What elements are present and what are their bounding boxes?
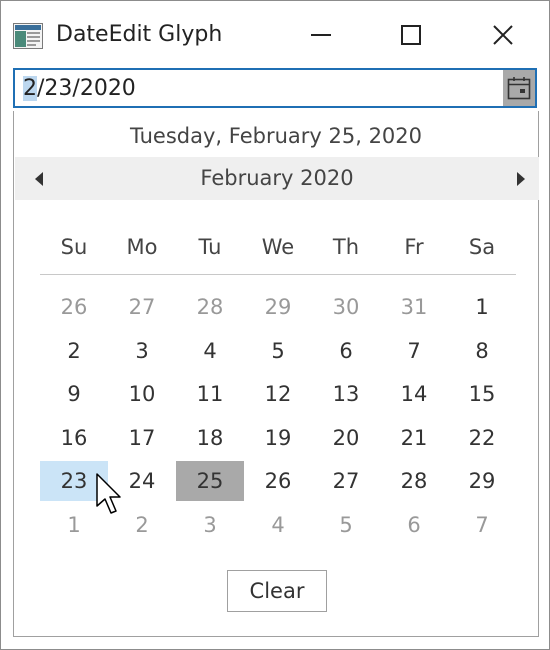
minimize-icon bbox=[311, 34, 331, 36]
selected-segment: 2 bbox=[23, 76, 37, 101]
day-cell-other-month[interactable]: 29 bbox=[244, 287, 312, 327]
day-cell[interactable]: 3 bbox=[108, 331, 176, 371]
weekday-separator bbox=[40, 274, 516, 275]
day-cell[interactable]: 8 bbox=[448, 331, 516, 371]
day-cell-other-month[interactable]: 7 bbox=[448, 505, 516, 545]
day-cell[interactable]: 18 bbox=[176, 418, 244, 458]
day-cell[interactable]: 15 bbox=[448, 374, 516, 414]
today-label[interactable]: Tuesday, February 25, 2020 bbox=[14, 124, 538, 148]
weekday-th: Th bbox=[332, 235, 360, 259]
maximize-icon bbox=[401, 25, 421, 45]
day-cell-other-month[interactable]: 27 bbox=[108, 287, 176, 327]
day-cell-other-month[interactable]: 6 bbox=[380, 505, 448, 545]
close-button[interactable] bbox=[475, 15, 531, 55]
date-edit-field[interactable]: 2/23/2020 bbox=[13, 68, 537, 108]
next-month-button[interactable] bbox=[511, 169, 531, 189]
day-cell[interactable]: 29 bbox=[448, 461, 516, 501]
day-cell[interactable]: 25 bbox=[176, 461, 244, 501]
maximize-button[interactable] bbox=[383, 15, 439, 55]
calendar-popup: Tuesday, February 25, 2020 February 2020… bbox=[13, 111, 539, 637]
calendar-dropdown-button[interactable] bbox=[503, 70, 535, 106]
day-cell[interactable]: 13 bbox=[312, 374, 380, 414]
date-rest: /23/2020 bbox=[37, 76, 136, 101]
day-cell[interactable]: 10 bbox=[108, 374, 176, 414]
day-cell[interactable]: 6 bbox=[312, 331, 380, 371]
weekday-fr: Fr bbox=[404, 235, 424, 259]
day-cell[interactable]: 26 bbox=[244, 461, 312, 501]
day-cell[interactable]: 11 bbox=[176, 374, 244, 414]
weekday-header: Su Mo Tu We Th Fr Sa bbox=[40, 229, 516, 269]
day-cell-other-month[interactable]: 3 bbox=[176, 505, 244, 545]
day-cell[interactable]: 4 bbox=[176, 331, 244, 371]
weekday-mo: Mo bbox=[126, 235, 158, 259]
month-title[interactable]: February 2020 bbox=[15, 166, 539, 190]
day-cell-other-month[interactable]: 26 bbox=[40, 287, 108, 327]
day-cell-other-month[interactable]: 28 bbox=[176, 287, 244, 327]
day-cell[interactable]: 12 bbox=[244, 374, 312, 414]
day-cell[interactable]: 27 bbox=[312, 461, 380, 501]
clear-button[interactable]: Clear bbox=[227, 570, 327, 612]
weekday-we: We bbox=[261, 235, 295, 259]
close-icon bbox=[493, 25, 513, 45]
day-cell-other-month[interactable]: 5 bbox=[312, 505, 380, 545]
weekday-tu: Tu bbox=[198, 235, 222, 259]
triangle-right-icon bbox=[517, 172, 525, 186]
day-cell[interactable]: 5 bbox=[244, 331, 312, 371]
day-cell[interactable]: 20 bbox=[312, 418, 380, 458]
day-cell[interactable]: 17 bbox=[108, 418, 176, 458]
day-cell[interactable]: 21 bbox=[380, 418, 448, 458]
weekday-su: Su bbox=[60, 235, 88, 259]
title-bar[interactable]: DateEdit Glyph bbox=[1, 1, 549, 67]
calendar-icon bbox=[507, 77, 531, 100]
day-cell[interactable]: 1 bbox=[448, 287, 516, 327]
mouse-pointer-icon bbox=[96, 473, 122, 519]
day-cell[interactable]: 14 bbox=[380, 374, 448, 414]
day-cell[interactable]: 2 bbox=[40, 331, 108, 371]
date-edit-value[interactable]: 2/23/2020 bbox=[23, 76, 136, 101]
month-navigator: February 2020 bbox=[15, 157, 539, 200]
day-cell[interactable]: 28 bbox=[380, 461, 448, 501]
weekday-sa: Sa bbox=[468, 235, 496, 259]
day-cell[interactable]: 7 bbox=[380, 331, 448, 371]
window-title: DateEdit Glyph bbox=[56, 22, 223, 47]
day-cell-other-month[interactable]: 31 bbox=[380, 287, 448, 327]
day-cell[interactable]: 16 bbox=[40, 418, 108, 458]
day-cell-other-month[interactable]: 4 bbox=[244, 505, 312, 545]
app-window-icon bbox=[13, 23, 43, 49]
day-cell[interactable]: 22 bbox=[448, 418, 516, 458]
day-cell-other-month[interactable]: 30 bbox=[312, 287, 380, 327]
app-window: DateEdit Glyph 2/23/2020 Tuesday, Februa… bbox=[0, 0, 550, 650]
day-cell[interactable]: 19 bbox=[244, 418, 312, 458]
minimize-button[interactable] bbox=[293, 15, 349, 55]
day-cell[interactable]: 9 bbox=[40, 374, 108, 414]
